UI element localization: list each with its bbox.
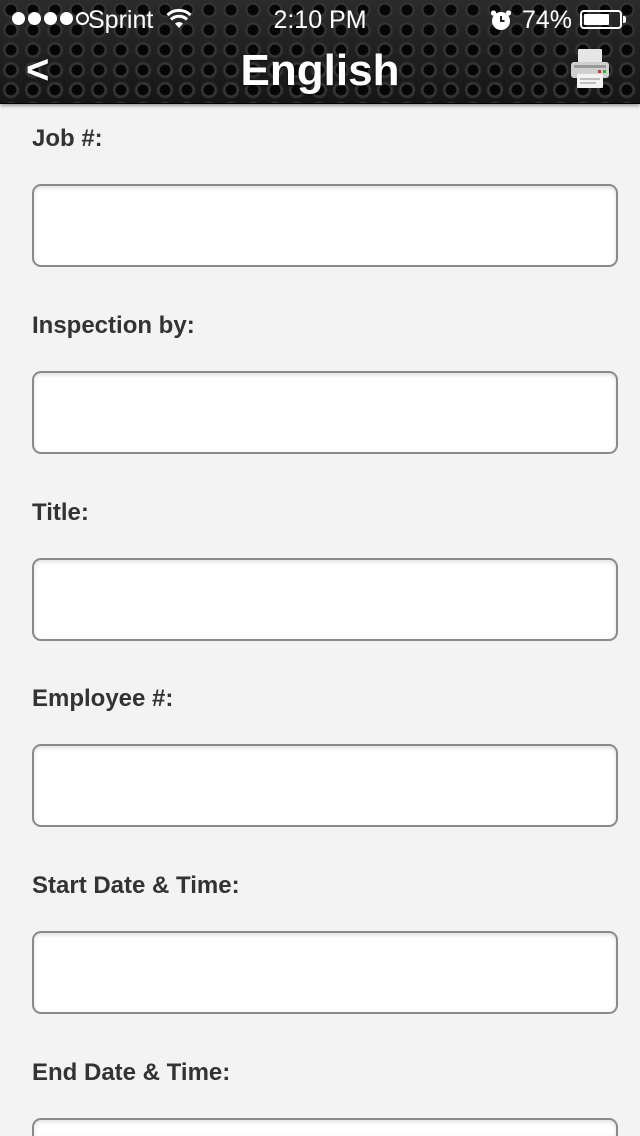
status-bar: Sprint 2:10 PM 74% <box>0 0 640 40</box>
job-number-input[interactable] <box>32 184 618 267</box>
printer-icon <box>571 49 609 88</box>
job-number-label: Job #: <box>32 125 103 152</box>
end-date-time-label: End Date & Time: <box>32 1059 231 1086</box>
inspection-by-label: Inspection by: <box>32 312 195 339</box>
battery-percentage: 74% <box>522 6 573 34</box>
battery-level <box>584 14 610 25</box>
start-date-time-input[interactable] <box>32 931 618 1014</box>
employee-number-label: Employee #: <box>32 685 174 712</box>
alarm-icon <box>490 10 512 30</box>
title-input[interactable] <box>32 558 618 641</box>
battery-icon <box>580 10 622 29</box>
start-date-time-label: Start Date & Time: <box>32 872 240 899</box>
title-label: Title: <box>32 499 89 526</box>
end-date-time-input[interactable] <box>32 1118 618 1136</box>
employee-number-input[interactable] <box>32 744 618 827</box>
battery-tip <box>623 16 626 23</box>
inspection-by-input[interactable] <box>32 371 618 454</box>
navigation-header: Sprint 2:10 PM 74% < English <box>0 0 640 104</box>
page-title: English <box>240 46 400 95</box>
print-button[interactable] <box>568 46 612 92</box>
